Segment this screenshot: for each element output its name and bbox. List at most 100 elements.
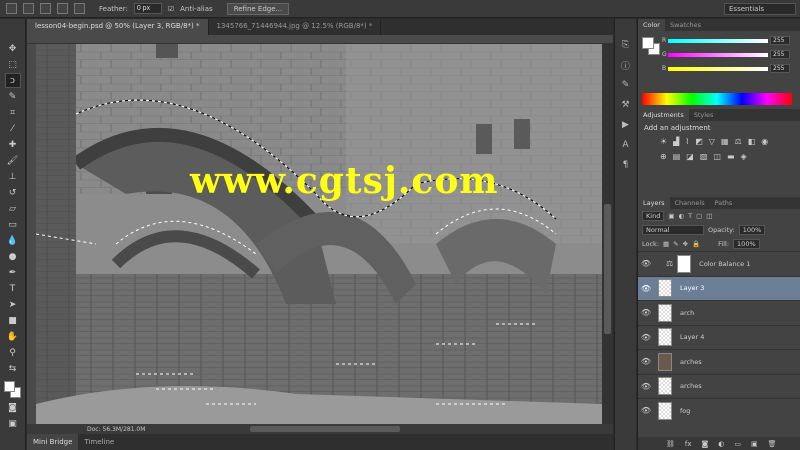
filter-type-icon[interactable]: T xyxy=(688,212,692,220)
levels-icon[interactable]: ▟ xyxy=(673,137,679,146)
new-adjustment-icon[interactable]: ◐ xyxy=(718,440,724,448)
visibility-eye-icon[interactable]: 👁 xyxy=(638,308,654,317)
marquee-tool-icon[interactable]: ⬚ xyxy=(5,57,21,72)
layer-row[interactable]: 👁 Layer 3 xyxy=(638,275,800,300)
history-panel-icon[interactable]: ⎘ xyxy=(619,39,633,51)
layer-name[interactable]: arches xyxy=(680,358,702,366)
tools-presets-icon[interactable]: ⚒ xyxy=(619,99,633,111)
tab-color[interactable]: Color xyxy=(638,19,665,31)
tab-channels[interactable]: Channels xyxy=(670,197,710,209)
vibrance-icon[interactable]: ▽ xyxy=(709,137,715,146)
layer-row[interactable]: 👁 arches xyxy=(638,349,800,374)
blend-mode-select[interactable]: Normal xyxy=(642,225,704,235)
vertical-scroll-thumb[interactable] xyxy=(604,204,611,334)
foreground-color-swatch[interactable] xyxy=(3,381,15,392)
g-value[interactable]: 255 xyxy=(770,50,790,59)
blur-tool-icon[interactable]: 💧 xyxy=(5,233,21,248)
tab-styles[interactable]: Styles xyxy=(689,109,719,121)
crop-tool-icon[interactable]: ⌗ xyxy=(5,105,21,120)
lock-position-icon[interactable]: ✥ xyxy=(683,240,688,248)
opacity-input[interactable]: 100% xyxy=(738,225,766,235)
gradient-map-icon[interactable]: ▬ xyxy=(727,152,735,161)
black-white-icon[interactable]: ◧ xyxy=(748,137,756,146)
doc-tab-photo[interactable]: 1345766_71446944.jpg @ 12.5% (RGB/8*) * xyxy=(209,19,382,35)
brightness-contrast-icon[interactable]: ☀ xyxy=(660,137,667,146)
layer-kind-filter[interactable]: Kind xyxy=(642,211,665,221)
path-select-icon[interactable]: ➤ xyxy=(5,297,21,312)
mini-bridge-tab[interactable]: Mini Bridge xyxy=(27,434,79,450)
b-slider[interactable] xyxy=(668,67,768,71)
r-slider[interactable] xyxy=(668,39,768,43)
filter-adjust-icon[interactable]: ◐ xyxy=(678,212,684,220)
quick-select-tool-icon[interactable]: ✎ xyxy=(5,89,21,104)
color-spectrum[interactable] xyxy=(642,93,792,105)
zoom-tool-icon[interactable]: ⚲ xyxy=(5,345,21,360)
tab-adjustments[interactable]: Adjustments xyxy=(638,109,689,121)
quick-mask-icon[interactable]: ◙ xyxy=(5,400,21,415)
new-selection-icon[interactable] xyxy=(23,3,34,14)
tab-paths[interactable]: Paths xyxy=(710,197,738,209)
lock-paint-icon[interactable]: ✎ xyxy=(673,240,678,248)
threshold-icon[interactable]: ◫ xyxy=(713,152,721,161)
delete-layer-icon[interactable]: 🗑 xyxy=(768,440,777,448)
hue-saturation-icon[interactable]: ▦ xyxy=(721,137,729,146)
paragraph-panel-icon[interactable]: ¶ xyxy=(619,159,633,171)
intersect-selection-icon[interactable] xyxy=(74,3,85,14)
brush-panel-icon[interactable]: ✎ xyxy=(619,79,633,91)
fill-input[interactable]: 100% xyxy=(733,239,760,249)
filter-shape-icon[interactable]: ▢ xyxy=(696,212,702,220)
b-value[interactable]: 255 xyxy=(770,64,790,73)
properties-panel-icon[interactable]: ⓘ xyxy=(619,59,633,72)
color-swatches[interactable] xyxy=(3,381,22,399)
doc-tab-lesson[interactable]: lesson04-begin.psd @ 50% (Layer 3, RGB/8… xyxy=(27,19,209,35)
exposure-icon[interactable]: ◩ xyxy=(695,137,703,146)
color-balance-icon[interactable]: ⚖ xyxy=(735,137,742,146)
history-brush-icon[interactable]: ↺ xyxy=(5,185,21,200)
brush-tool-icon[interactable]: 🖌 xyxy=(5,153,21,168)
reset-colors-icon[interactable]: ⇆ xyxy=(5,361,21,376)
layer-row[interactable]: 👁 ⚖ Color Balance 1 xyxy=(638,251,800,276)
tab-swatches[interactable]: Swatches xyxy=(665,19,706,31)
lock-pixels-icon[interactable]: ▦ xyxy=(663,240,669,248)
dodge-tool-icon[interactable]: ● xyxy=(5,249,21,264)
lasso-tool-preset-icon[interactable] xyxy=(6,3,17,14)
lock-all-icon[interactable]: 🔒 xyxy=(692,240,700,248)
pen-tool-icon[interactable]: ✒ xyxy=(5,265,21,280)
color-lookup-icon[interactable]: ▤ xyxy=(673,152,681,161)
invert-icon[interactable]: ◪ xyxy=(686,152,694,161)
filter-smart-icon[interactable]: ◫ xyxy=(706,212,712,220)
character-panel-icon[interactable]: A xyxy=(619,139,633,151)
r-value[interactable]: 255 xyxy=(770,36,790,45)
fg-color-chip[interactable] xyxy=(642,37,654,49)
layer-name[interactable]: arches xyxy=(680,382,702,390)
posterize-icon[interactable]: ▧ xyxy=(700,152,708,161)
visibility-eye-icon[interactable]: 👁 xyxy=(638,406,654,415)
visibility-eye-icon[interactable]: 👁 xyxy=(638,259,654,268)
new-layer-icon[interactable]: ▣ xyxy=(751,440,758,448)
doc-size[interactable]: Doc: 56.3M/281.0M xyxy=(87,426,145,433)
visibility-eye-icon[interactable]: 👁 xyxy=(638,333,654,342)
tab-layers[interactable]: Layers xyxy=(638,197,670,209)
layer-name[interactable]: fog xyxy=(680,407,690,415)
layer-row[interactable]: 👁 arches xyxy=(638,373,800,399)
layer-name[interactable]: Layer 3 xyxy=(680,284,704,292)
visibility-eye-icon[interactable]: 👁 xyxy=(638,284,654,293)
filter-pixel-icon[interactable]: ▣ xyxy=(668,212,674,220)
layer-name[interactable]: arch xyxy=(680,309,694,317)
layer-name[interactable]: Color Balance 1 xyxy=(699,260,750,268)
eyedropper-tool-icon[interactable]: ⁄ xyxy=(5,121,21,136)
vertical-scrollbar[interactable] xyxy=(602,44,613,424)
layer-style-icon[interactable]: fx xyxy=(685,440,692,448)
screen-mode-icon[interactable]: ▣ xyxy=(5,416,21,431)
feather-input[interactable] xyxy=(133,3,162,14)
new-group-icon[interactable]: ▭ xyxy=(734,440,741,448)
hand-tool-icon[interactable]: ✋ xyxy=(5,329,21,344)
antialias-checkbox[interactable]: ☑ xyxy=(168,5,174,13)
channel-mixer-icon[interactable]: ⊕ xyxy=(660,152,667,161)
layer-name[interactable]: Layer 4 xyxy=(680,333,704,341)
add-to-selection-icon[interactable] xyxy=(40,3,51,14)
healing-brush-icon[interactable]: ✚ xyxy=(5,137,21,152)
subtract-selection-icon[interactable] xyxy=(57,3,68,14)
lasso-tool-icon[interactable]: ↄ xyxy=(4,73,21,88)
selective-color-icon[interactable]: ◈ xyxy=(741,152,747,161)
